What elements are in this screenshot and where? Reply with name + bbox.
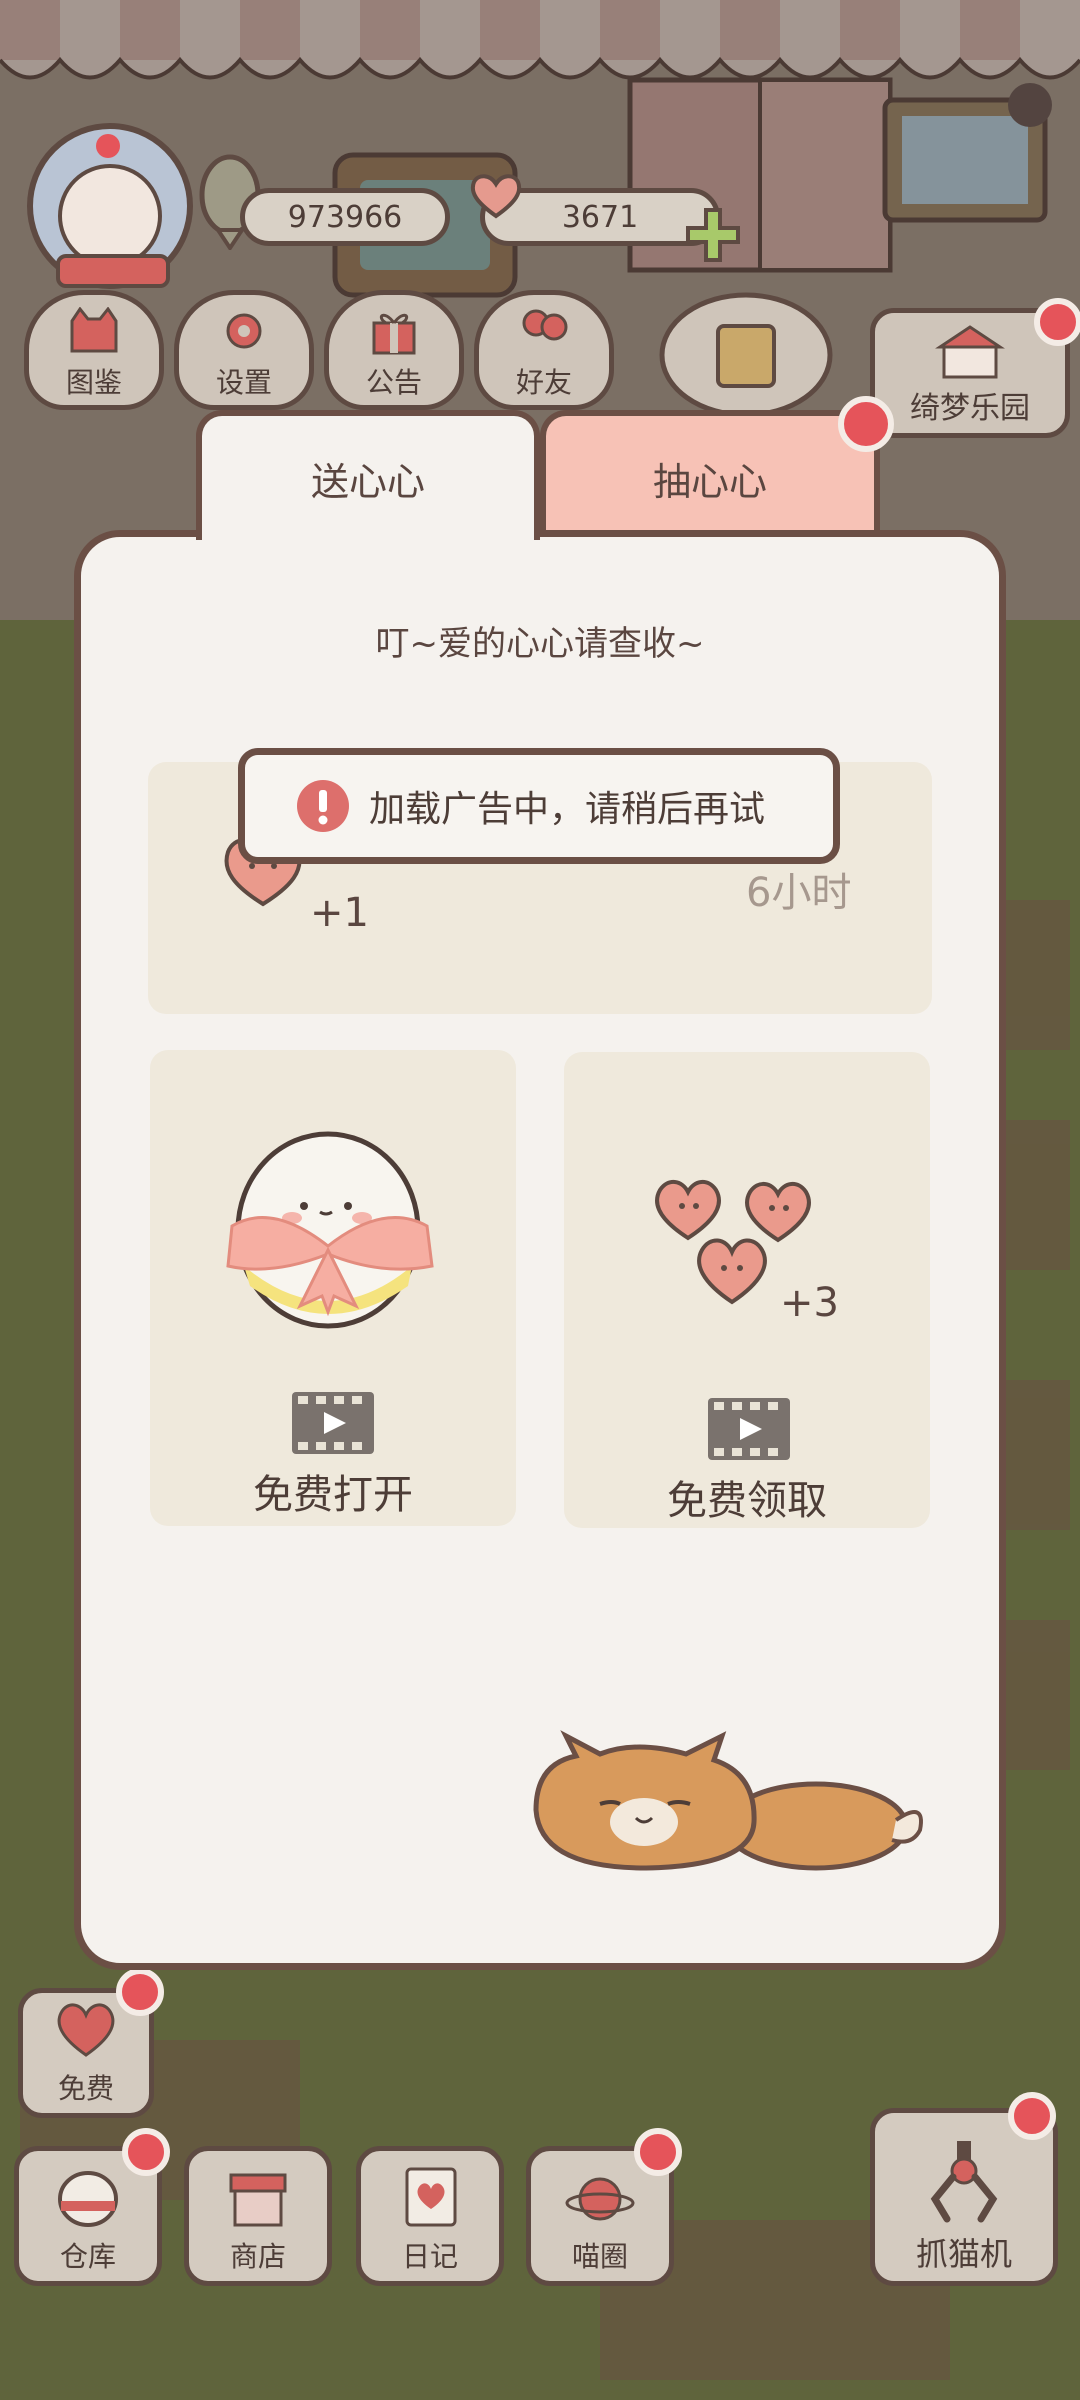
panel-subtitle: 叮~爱的心心请查收~	[375, 624, 705, 664]
cat-circle-notification-dot	[634, 2128, 682, 2176]
heart-count: 3671	[561, 199, 639, 235]
menu-settings-label: 设置	[215, 366, 272, 399]
claw-machine-label: 抓猫机	[915, 2235, 1012, 2273]
menu-friends-label: 好友	[515, 366, 572, 399]
storage-icon	[58, 2171, 118, 2227]
fish-counter: 973966	[240, 188, 450, 246]
menu-friends-button[interactable]: 好友	[474, 290, 614, 410]
tab-draw-hearts[interactable]: 抽心心	[540, 410, 880, 540]
toast-message: 加载广告中，请稍后再试	[369, 789, 766, 830]
nav-storage-label: 仓库	[59, 2240, 116, 2273]
carousel-icon	[935, 325, 1005, 379]
heart-gift-icon	[57, 2003, 115, 2057]
nav-cat-circle-label: 喵圈	[571, 2240, 628, 2273]
timer-reward-text: +1	[310, 890, 369, 936]
storage-notification-dot	[122, 2128, 170, 2176]
player-avatar[interactable]	[18, 96, 218, 296]
free-open-label: 免费打开	[253, 1472, 413, 1518]
cat-planet-icon	[565, 2177, 635, 2221]
tab-send-hearts-label: 送心心	[310, 459, 425, 504]
free-claim-label: 免费领取	[667, 1478, 827, 1524]
heart-currency-icon	[470, 174, 522, 219]
draw-tab-notification-dot	[838, 396, 894, 452]
menu-settings-button[interactable]: 设置	[174, 290, 314, 410]
park-notification-dot	[1034, 298, 1080, 346]
free-gift-label: 免费	[57, 2072, 114, 2105]
claw-notification-dot	[1008, 2092, 1056, 2140]
menu-catalog-label: 图鉴	[65, 366, 122, 399]
nav-diary-label: 日记	[401, 2240, 458, 2273]
menu-catalog-button[interactable]: 图鉴	[24, 290, 164, 410]
timer-remaining-text: 6小时	[746, 870, 852, 916]
dream-park-label: 绮梦乐园	[910, 391, 1030, 426]
add-hearts-button[interactable]	[684, 206, 742, 264]
nav-diary-button[interactable]: 日记	[356, 2146, 504, 2286]
cat-bag-button[interactable]	[656, 290, 836, 420]
menu-notice-button[interactable]: 公告	[324, 290, 464, 410]
tab-draw-hearts-label: 抽心心	[652, 459, 767, 504]
ad-loading-toast: 加载广告中，请稍后再试	[238, 748, 840, 864]
free-gift-notification-dot	[116, 1968, 164, 2016]
friends-icon	[522, 309, 568, 341]
menu-notice-label: 公告	[365, 366, 422, 399]
claw-icon	[930, 2141, 998, 2223]
ribbon-egg-icon	[226, 1131, 434, 1329]
video-icon	[292, 1392, 374, 1454]
cat-book-icon	[70, 307, 118, 353]
hearts-reward-text: +3	[780, 1280, 839, 1326]
nav-shop-button[interactable]: 商店	[184, 2146, 332, 2286]
gift-icon	[372, 313, 416, 355]
video-icon	[708, 1398, 790, 1460]
sleeping-cat-illustration	[533, 1730, 923, 1871]
exclamation-icon	[297, 780, 349, 832]
gear-icon	[226, 313, 262, 349]
fish-count: 973966	[287, 199, 403, 235]
tab-send-hearts[interactable]: 送心心	[196, 410, 540, 540]
diary-icon	[405, 2167, 457, 2227]
nav-shop-label: 商店	[229, 2240, 286, 2273]
shop-icon	[229, 2173, 287, 2227]
